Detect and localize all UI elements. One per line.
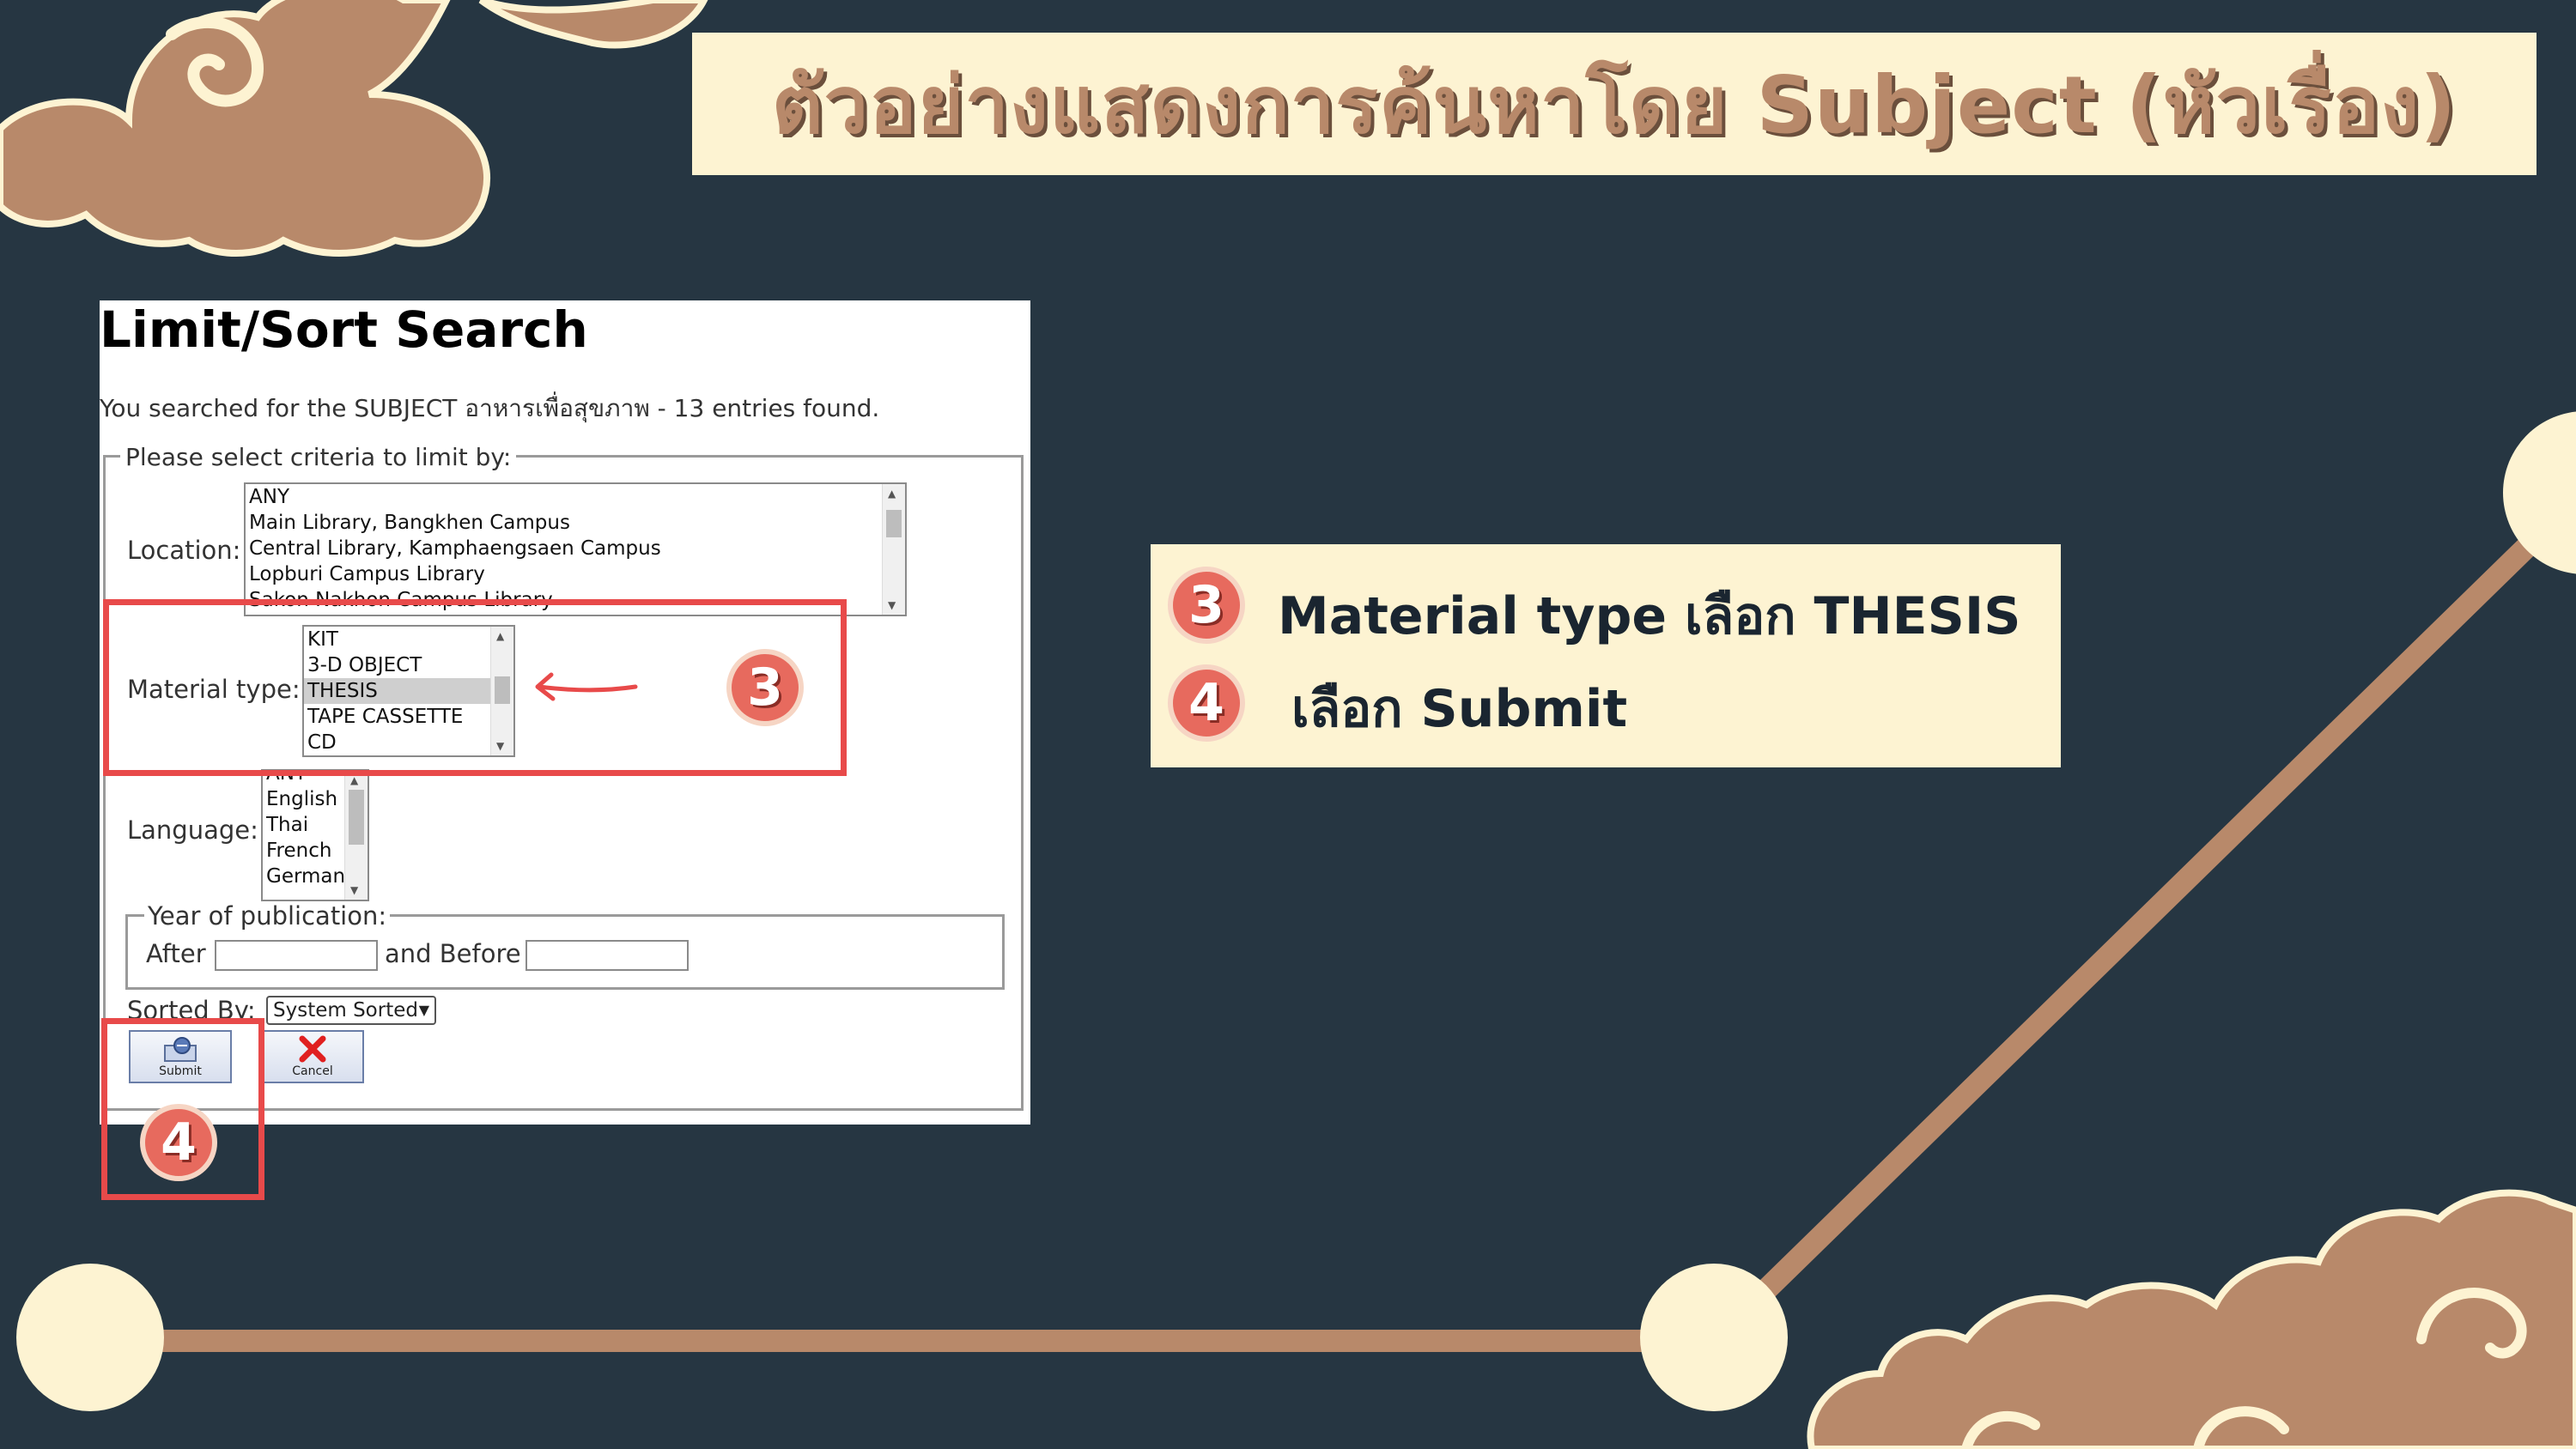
search-summary: You searched for the SUBJECT อาหารเพื่อส… — [100, 394, 880, 422]
page-heading: Limit/Sort Search — [100, 300, 588, 359]
language-listbox[interactable]: ANY English Thai French German ▲ ▼ — [261, 769, 369, 901]
scroll-thumb[interactable] — [349, 790, 364, 845]
cancel-label: Cancel — [292, 1064, 333, 1078]
year-legend: Year of publication: — [144, 901, 391, 931]
before-year-input[interactable] — [526, 940, 689, 971]
slide-title: ตัวอย่างแสดงการค้นหาโดย Subject (หัวเรื่… — [771, 58, 2458, 151]
language-scrollbar[interactable]: ▲ ▼ — [344, 771, 368, 900]
scroll-up-icon[interactable]: ▲ — [350, 774, 358, 786]
scroll-down-icon[interactable]: ▼ — [350, 884, 358, 896]
location-listbox[interactable]: ANY Main Library, Bangkhen Campus Centra… — [244, 482, 907, 616]
scroll-thumb[interactable] — [886, 510, 902, 537]
chevron-down-icon: ▼ — [418, 1002, 429, 1018]
location-scrollbar[interactable]: ▲ ▼ — [882, 484, 905, 615]
before-label: and Before — [385, 939, 521, 968]
cancel-button[interactable]: Cancel — [261, 1030, 364, 1083]
location-option[interactable]: Main Library, Bangkhen Campus — [246, 510, 905, 536]
after-label: After — [146, 939, 206, 968]
slide-title-banner: ตัวอย่างแสดงการค้นหาโดย Subject (หัวเรื่… — [692, 33, 2537, 175]
sorted-by-value: System Sorted — [273, 999, 418, 1022]
instruction-line-1: Material type เลือก THESIS — [1278, 586, 2021, 646]
location-option[interactable]: Central Library, Kamphaengsaen Campus — [246, 536, 905, 561]
instruction-step-3-badge: 3 — [1168, 567, 1245, 644]
step-3-badge: 3 — [726, 649, 804, 726]
after-year-input[interactable] — [215, 940, 378, 971]
dot-middle — [1640, 1264, 1788, 1411]
sorted-by-select[interactable]: System Sorted ▼ — [266, 996, 436, 1025]
close-icon — [299, 1035, 326, 1063]
location-option[interactable]: Lopburi Campus Library — [246, 561, 905, 587]
cloud-top-left-icon — [0, 0, 708, 257]
instruction-step-4-badge: 4 — [1168, 664, 1245, 742]
dot-left — [16, 1264, 164, 1411]
scroll-down-icon[interactable]: ▼ — [888, 599, 896, 611]
instruction-line-2: เลือก Submit — [1291, 679, 1628, 739]
arrow-left-icon — [535, 672, 638, 701]
location-option[interactable]: ANY — [246, 484, 905, 510]
location-label: Location: — [127, 536, 241, 565]
cloud-bottom-right-icon — [1807, 1189, 2576, 1449]
instructions-panel: 3 Material type เลือก THESIS 4 เลือก Sub… — [1151, 544, 2061, 767]
scroll-up-icon[interactable]: ▲ — [888, 488, 896, 500]
language-label: Language: — [127, 815, 258, 845]
criteria-legend: Please select criteria to limit by: — [120, 443, 517, 471]
step-4-badge: 4 — [140, 1104, 217, 1181]
